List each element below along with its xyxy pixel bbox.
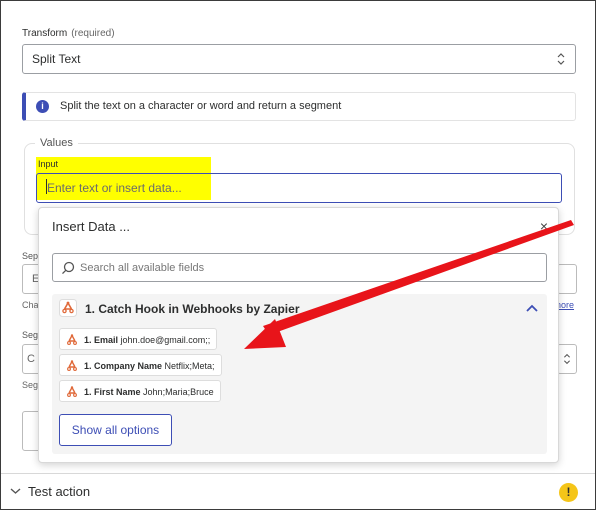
values-legend: Values bbox=[35, 137, 78, 149]
transform-label: Transform bbox=[22, 28, 68, 39]
chevron-updown-icon bbox=[557, 53, 565, 65]
insert-data-popover: Insert Data ... × Search all available f… bbox=[38, 207, 559, 463]
warning-icon: ! bbox=[559, 483, 578, 502]
step-group-title: 1. Catch Hook in Webhooks by Zapier bbox=[85, 302, 300, 316]
segment-value: C bbox=[27, 353, 35, 365]
search-placeholder: Search all available fields bbox=[80, 262, 205, 274]
test-action-bar[interactable]: Test action ! bbox=[1, 473, 595, 509]
field-option-first-name[interactable]: 1. First Name John;Maria;Bruce bbox=[59, 380, 221, 402]
field-value: john.doe@gmail.com;; bbox=[120, 335, 211, 345]
webhook-icon bbox=[59, 299, 77, 317]
separator-label: Sep bbox=[22, 251, 39, 261]
chevron-updown-icon bbox=[564, 353, 570, 365]
info-icon: i bbox=[36, 100, 49, 113]
segment-label: Seg bbox=[22, 330, 39, 340]
separator-field-right[interactable] bbox=[557, 264, 577, 294]
popover-title: Insert Data ... bbox=[52, 219, 131, 234]
search-input[interactable]: Search all available fields bbox=[52, 253, 547, 282]
close-icon[interactable]: × bbox=[540, 218, 548, 234]
step-group-header[interactable]: 1. Catch Hook in Webhooks by Zapier bbox=[52, 294, 547, 322]
webhook-icon bbox=[67, 386, 77, 397]
input-field[interactable]: Enter text or insert data... bbox=[36, 173, 562, 203]
step-group: 1. Catch Hook in Webhooks by Zapier 1. E… bbox=[52, 294, 547, 454]
field-value: Netflix;Meta; bbox=[164, 361, 215, 371]
text-caret bbox=[46, 179, 47, 194]
webhook-icon bbox=[67, 334, 77, 345]
transform-label-row: Transform (required) bbox=[22, 28, 115, 39]
search-icon bbox=[62, 261, 75, 275]
chevron-up-icon[interactable] bbox=[525, 303, 539, 313]
field-name: 1. First Name bbox=[84, 387, 141, 397]
test-action-label: Test action bbox=[28, 484, 91, 499]
segment-help: Seg bbox=[22, 380, 39, 390]
input-label: Input bbox=[38, 159, 59, 169]
info-banner: i Split the text on a character or word … bbox=[22, 92, 576, 121]
separator-help: Cha bbox=[22, 300, 39, 310]
field-name: 1. Company Name bbox=[84, 361, 163, 371]
app-frame: Transform (required) Split Text i Split t… bbox=[0, 0, 596, 510]
field-option-company[interactable]: 1. Company Name Netflix;Meta; bbox=[59, 354, 222, 376]
field-option-email[interactable]: 1. Email john.doe@gmail.com;; bbox=[59, 328, 218, 350]
transform-select[interactable]: Split Text bbox=[22, 44, 576, 74]
required-hint: (required) bbox=[71, 28, 115, 39]
input-placeholder: Enter text or insert data... bbox=[47, 181, 182, 195]
show-all-options-button[interactable]: Show all options bbox=[59, 414, 172, 446]
field-value: John;Maria;Bruce bbox=[143, 387, 214, 397]
segment-field-right[interactable] bbox=[557, 344, 577, 374]
webhook-icon bbox=[67, 360, 77, 371]
info-text: Split the text on a character or word an… bbox=[60, 100, 342, 112]
chevron-down-icon bbox=[10, 488, 21, 494]
field-name: 1. Email bbox=[84, 335, 119, 345]
transform-value: Split Text bbox=[32, 52, 81, 66]
